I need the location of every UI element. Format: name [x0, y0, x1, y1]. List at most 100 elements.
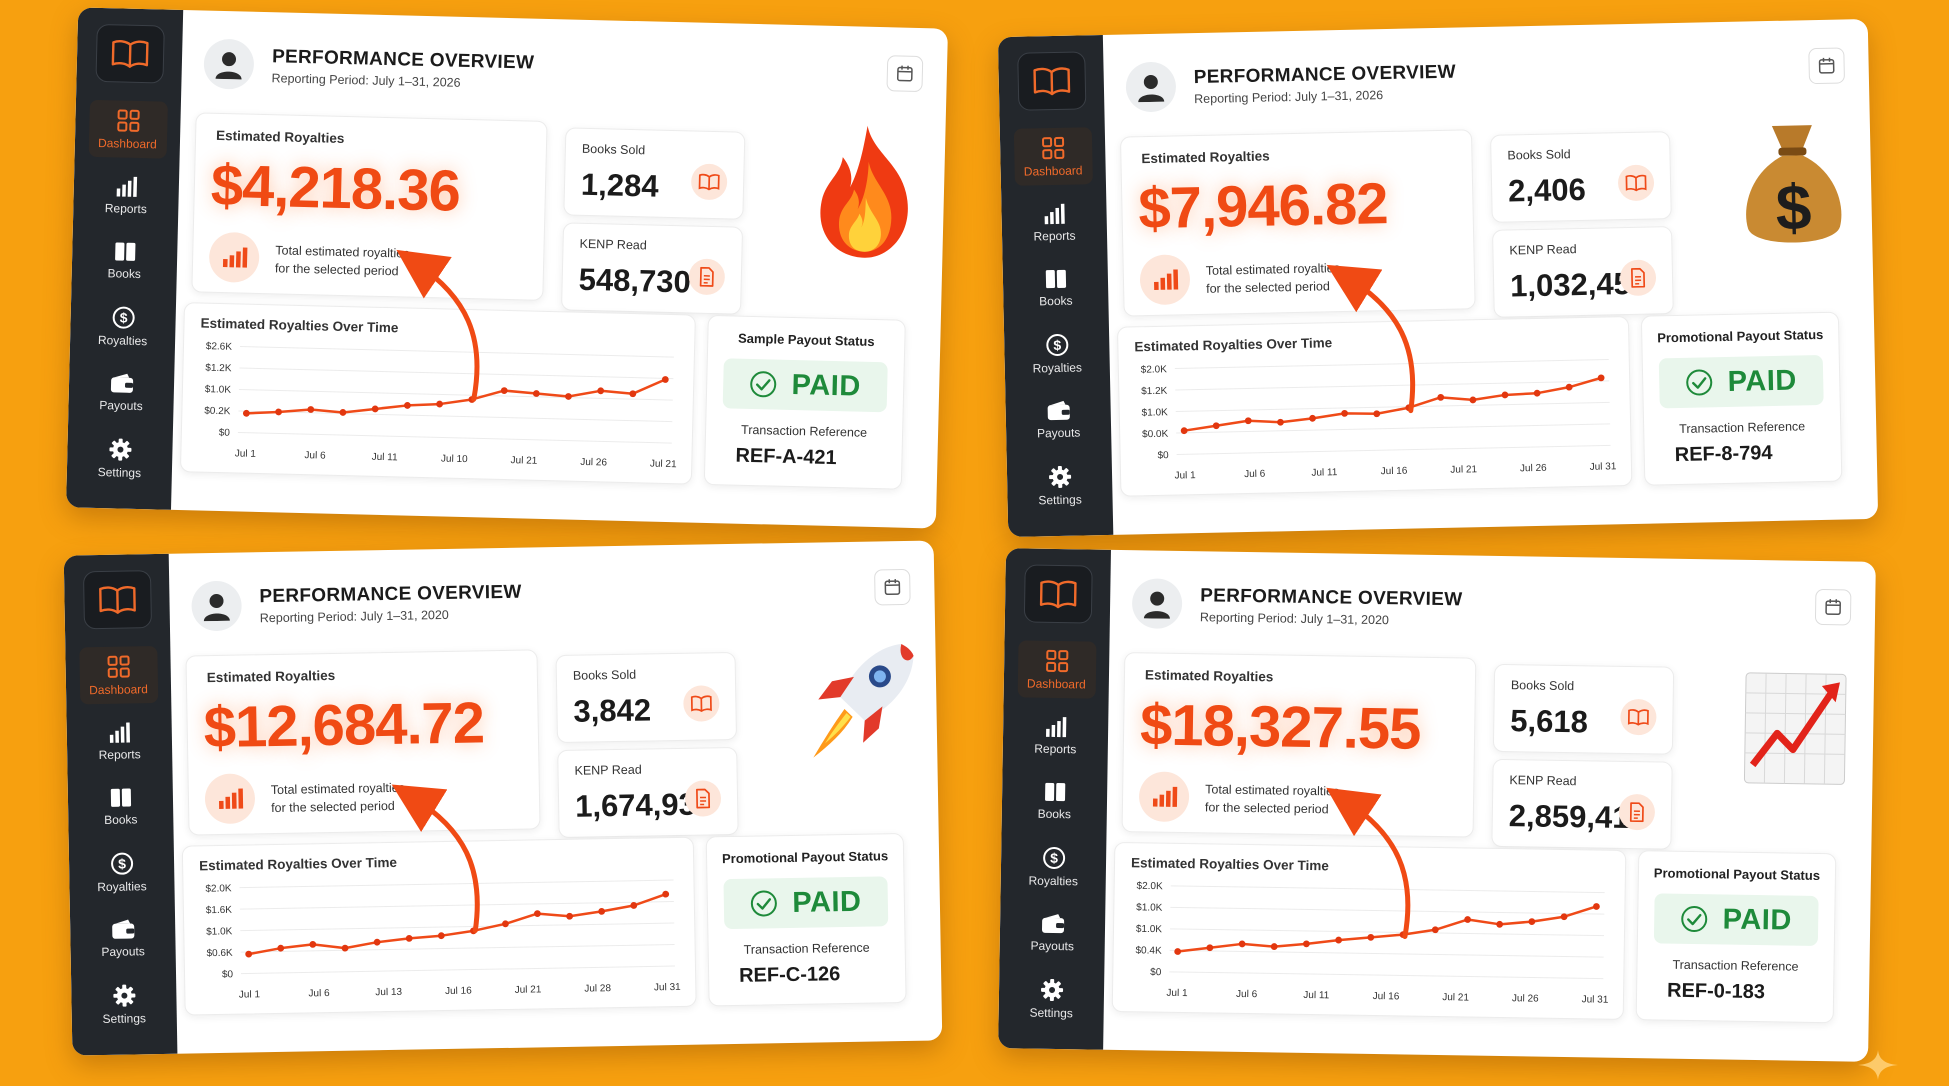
sidebar-item-dashboard[interactable]: Dashboard: [1017, 640, 1097, 699]
data-point[interactable]: [1405, 404, 1413, 412]
sidebar-item-payouts[interactable]: Payouts: [82, 364, 161, 421]
data-point[interactable]: [534, 910, 541, 917]
y-tick-label: $1.0K: [1142, 407, 1169, 419]
data-point[interactable]: [405, 935, 413, 942]
data-point[interactable]: [277, 944, 285, 952]
data-point[interactable]: [275, 408, 282, 416]
calendar-button[interactable]: [1814, 588, 1852, 626]
book-logo-icon[interactable]: [82, 570, 152, 630]
sidebar-item-settings[interactable]: Settings: [1012, 969, 1091, 1027]
data-point[interactable]: [1367, 933, 1375, 941]
sidebar-item-payouts[interactable]: Payouts: [1019, 391, 1098, 448]
data-point[interactable]: [339, 409, 347, 416]
data-point[interactable]: [630, 902, 638, 909]
data-point[interactable]: [1565, 383, 1573, 391]
data-point[interactable]: [1593, 903, 1600, 910]
sidebar-item-reports[interactable]: Reports: [80, 713, 159, 769]
sidebar-item-dashboard[interactable]: Dashboard: [78, 646, 158, 705]
books-sold-value: 3,842: [573, 692, 652, 729]
sidebar-item-payouts[interactable]: Payouts: [1013, 904, 1092, 960]
data-point[interactable]: [469, 927, 477, 935]
sidebar-item-royalties[interactable]: $ Royalties: [1017, 324, 1096, 383]
data-point[interactable]: [566, 912, 574, 920]
sidebar-item-payouts[interactable]: Payouts: [83, 910, 162, 966]
data-point[interactable]: [1431, 926, 1439, 934]
data-point[interactable]: [1437, 393, 1445, 401]
data-point[interactable]: [1560, 913, 1568, 921]
sidebar-item-dashboard[interactable]: Dashboard: [88, 99, 168, 159]
sidebar-item-books[interactable]: Books: [81, 778, 160, 834]
sidebar-item-royalties[interactable]: $ Royalties: [82, 843, 161, 901]
data-point[interactable]: [436, 400, 443, 408]
calendar-button[interactable]: [886, 55, 924, 93]
sidebar-item-settings[interactable]: Settings: [80, 429, 159, 488]
data-point[interactable]: [532, 390, 540, 397]
calendar-button[interactable]: [874, 568, 911, 606]
data-point[interactable]: [1528, 918, 1536, 926]
sidebar-item-dashboard[interactable]: Dashboard: [1013, 127, 1093, 186]
data-point[interactable]: [597, 387, 605, 395]
paid-text: PAID: [1727, 364, 1798, 398]
avatar[interactable]: [1125, 61, 1177, 113]
gridline: [241, 965, 675, 975]
sidebar-item-books[interactable]: Books: [1016, 259, 1095, 316]
data-point[interactable]: [468, 396, 476, 403]
book-logo-icon[interactable]: [1023, 564, 1093, 624]
data-point[interactable]: [1309, 414, 1316, 422]
data-point[interactable]: [307, 406, 315, 413]
sidebar-item-settings[interactable]: Settings: [1020, 456, 1099, 515]
open-book-icon: [683, 685, 720, 722]
sidebar-item-royalties[interactable]: $ Royalties: [83, 297, 162, 356]
data-point[interactable]: [1238, 940, 1246, 948]
dashboard-panel-3: Dashboard Reports Books $ Royalties Payo…: [63, 540, 943, 1056]
data-point[interactable]: [661, 376, 669, 383]
data-point[interactable]: [1206, 944, 1214, 952]
data-point[interactable]: [565, 393, 572, 400]
sidebar-item-reports[interactable]: Reports: [1016, 707, 1095, 763]
data-point[interactable]: [1597, 374, 1605, 382]
data-point[interactable]: [403, 402, 411, 409]
x-tick-label: Jul 21: [510, 455, 537, 467]
data-point[interactable]: [373, 938, 381, 946]
payout-status-card: Sample Payout Status PAID Transaction Re…: [703, 314, 906, 490]
data-point[interactable]: [1303, 940, 1310, 948]
royalties-description: Total estimated royalties for the select…: [271, 778, 472, 817]
data-point[interactable]: [1496, 920, 1504, 928]
avatar[interactable]: [1131, 578, 1183, 629]
sidebar-item-reports[interactable]: Reports: [87, 167, 166, 224]
data-point[interactable]: [1373, 410, 1381, 418]
calendar-button[interactable]: [1808, 47, 1846, 85]
data-point[interactable]: [1533, 389, 1541, 397]
avatar[interactable]: [203, 38, 255, 90]
sidebar-item-royalties[interactable]: $ Royalties: [1014, 837, 1093, 895]
avatar[interactable]: [191, 580, 243, 632]
x-tick-label: Jul 26: [1520, 463, 1547, 475]
data-point[interactable]: [662, 890, 670, 898]
book-logo-icon[interactable]: [94, 23, 165, 84]
data-point[interactable]: [1469, 396, 1477, 404]
transaction-reference-label: Transaction Reference: [740, 422, 868, 440]
data-point[interactable]: [1501, 391, 1509, 399]
sidebar-item-reports[interactable]: Reports: [1015, 194, 1094, 251]
x-tick-label: Jul 1: [1166, 988, 1188, 999]
data-point[interactable]: [598, 907, 606, 915]
sidebar-item-books[interactable]: Books: [1015, 772, 1094, 828]
data-point[interactable]: [1212, 422, 1220, 430]
data-point[interactable]: [1335, 936, 1343, 944]
data-point[interactable]: [1174, 948, 1182, 955]
data-point[interactable]: [1270, 943, 1278, 950]
data-point[interactable]: [1277, 418, 1284, 426]
book-logo-icon[interactable]: [1016, 51, 1086, 111]
sidebar-item-settings[interactable]: Settings: [85, 975, 164, 1033]
data-point[interactable]: [309, 940, 317, 948]
data-point[interactable]: [371, 405, 379, 413]
data-point[interactable]: [500, 387, 508, 394]
sidebar-item-books[interactable]: Books: [85, 232, 164, 289]
nav-label: Reports: [98, 747, 141, 763]
kenp-read-card: KENP Read 1,674,930: [557, 746, 739, 839]
data-point[interactable]: [1341, 409, 1348, 417]
data-point[interactable]: [1464, 916, 1471, 923]
data-point[interactable]: [1244, 417, 1252, 425]
data-point[interactable]: [629, 390, 637, 398]
data-point[interactable]: [437, 932, 445, 940]
